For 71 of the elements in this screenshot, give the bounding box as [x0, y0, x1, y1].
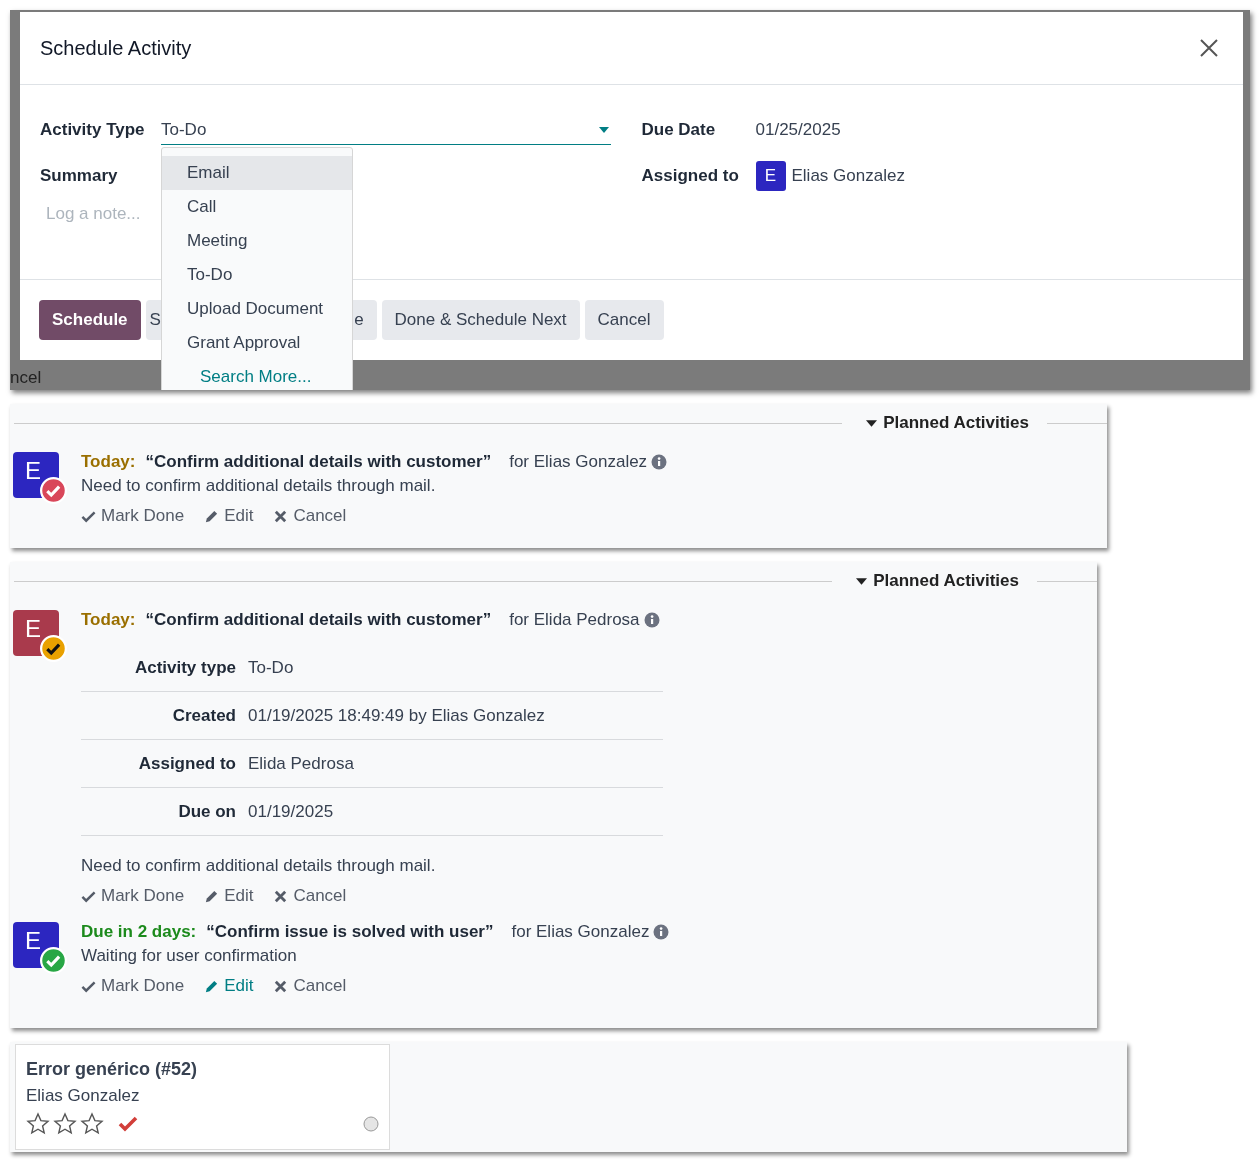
- close-icon: [273, 508, 289, 524]
- detail-value: To-Do: [248, 657, 294, 678]
- background-text: ncel: [10, 368, 42, 388]
- caret-icon: [599, 126, 609, 133]
- activity-note: Need to confirm additional details through mail.: [81, 856, 437, 876]
- cancel-link[interactable]: Cancel: [273, 886, 347, 906]
- dropdown-item[interactable]: Grant Approval: [162, 326, 352, 360]
- activity-summary: “Confirm additional details with customer”: [145, 610, 492, 630]
- activity-summary: “Confirm additional details with customer”: [145, 452, 492, 472]
- done-link[interactable]: Mark Done: [81, 886, 185, 906]
- dropdown-item[interactable]: Email: [162, 156, 352, 190]
- caret-icon: [856, 577, 868, 585]
- user-field[interactable]: Elias Gonzalez: [791, 166, 905, 186]
- edit-link[interactable]: Edit: [204, 976, 254, 996]
- due-label: Today:: [81, 610, 136, 630]
- pencil-icon: [204, 888, 220, 904]
- detail-label: Due on: [177, 801, 236, 822]
- activity-note: Need to confirm additional details through mail.: [81, 476, 437, 496]
- due-label: Today:: [81, 452, 136, 472]
- cancel-link[interactable]: Cancel: [273, 976, 347, 996]
- search-more-link[interactable]: Search More...: [162, 360, 352, 390]
- done-link[interactable]: Mark Done: [81, 506, 185, 526]
- detail-value: 01/19/2025: [248, 801, 334, 822]
- field-label: Assigned to: [641, 166, 740, 186]
- card-title: Error genérico (#52): [26, 1059, 199, 1080]
- close-icon: [273, 888, 289, 904]
- priority-stars[interactable]: [26, 1112, 104, 1136]
- field-label: Due Date: [641, 120, 717, 140]
- date-field[interactable]: 01/25/2025: [755, 120, 841, 140]
- dropdown-item[interactable]: To-Do: [162, 258, 352, 292]
- done-link[interactable]: Mark Done: [81, 976, 185, 996]
- assignee-text: for Elias Gonzalez: [511, 922, 650, 942]
- dialog-button[interactable]: Schedule: [39, 300, 141, 340]
- info-icon[interactable]: [651, 454, 668, 470]
- dropdown-item[interactable]: Call: [162, 190, 352, 224]
- info-icon[interactable]: [643, 612, 660, 628]
- check-icon: [118, 1116, 138, 1132]
- pencil-icon: [204, 508, 220, 524]
- info-icon[interactable]: [653, 924, 670, 940]
- dropdown-item[interactable]: Meeting: [162, 224, 352, 258]
- user-avatar: E: [755, 161, 786, 191]
- detail-value: Elida Pedrosa: [248, 753, 354, 774]
- star-icon: [26, 1112, 50, 1136]
- close-icon: [273, 978, 289, 994]
- assignee-text: for Elias Gonzalez: [509, 452, 648, 472]
- detail-label: Assigned to: [137, 753, 236, 774]
- field-label: Activity Type: [40, 120, 146, 140]
- kanban-card[interactable]: Error genérico (#52) Elias Gonzalez: [15, 1044, 390, 1150]
- detail-label: Activity type: [133, 657, 236, 678]
- edit-link[interactable]: Edit: [204, 506, 254, 526]
- dialog-button[interactable]: Cancel: [584, 300, 664, 340]
- planned-activities-toggle[interactable]: Planned Activities: [866, 413, 1029, 433]
- field-label: Summary: [40, 166, 119, 186]
- dialog-title: Schedule Activity: [40, 36, 192, 60]
- due-label: Due in 2 days:: [81, 922, 197, 942]
- activity-type-select[interactable]: To-Do: [161, 115, 611, 145]
- detail-value: 01/19/2025 18:49:49 by Elias Gonzalez: [248, 705, 545, 726]
- dropdown-item[interactable]: Upload Document: [162, 292, 352, 326]
- pencil-icon: [204, 978, 220, 994]
- planned-activities-toggle[interactable]: Planned Activities: [856, 571, 1019, 591]
- star-icon: [53, 1112, 77, 1136]
- activity-note: Waiting for user confirmation: [81, 946, 298, 966]
- detail-label: Created: [171, 705, 236, 726]
- star-icon: [80, 1112, 104, 1136]
- caret-icon: [866, 419, 878, 427]
- card-assignee: Elias Gonzalez: [26, 1086, 141, 1106]
- assignee-text: for Elida Pedrosa: [509, 610, 640, 630]
- dialog-button[interactable]: Done & Schedule Next: [381, 300, 580, 340]
- activity-summary: “Confirm issue is solved with user”: [206, 922, 494, 942]
- cancel-link[interactable]: Cancel: [273, 506, 347, 526]
- edit-link[interactable]: Edit: [204, 886, 254, 906]
